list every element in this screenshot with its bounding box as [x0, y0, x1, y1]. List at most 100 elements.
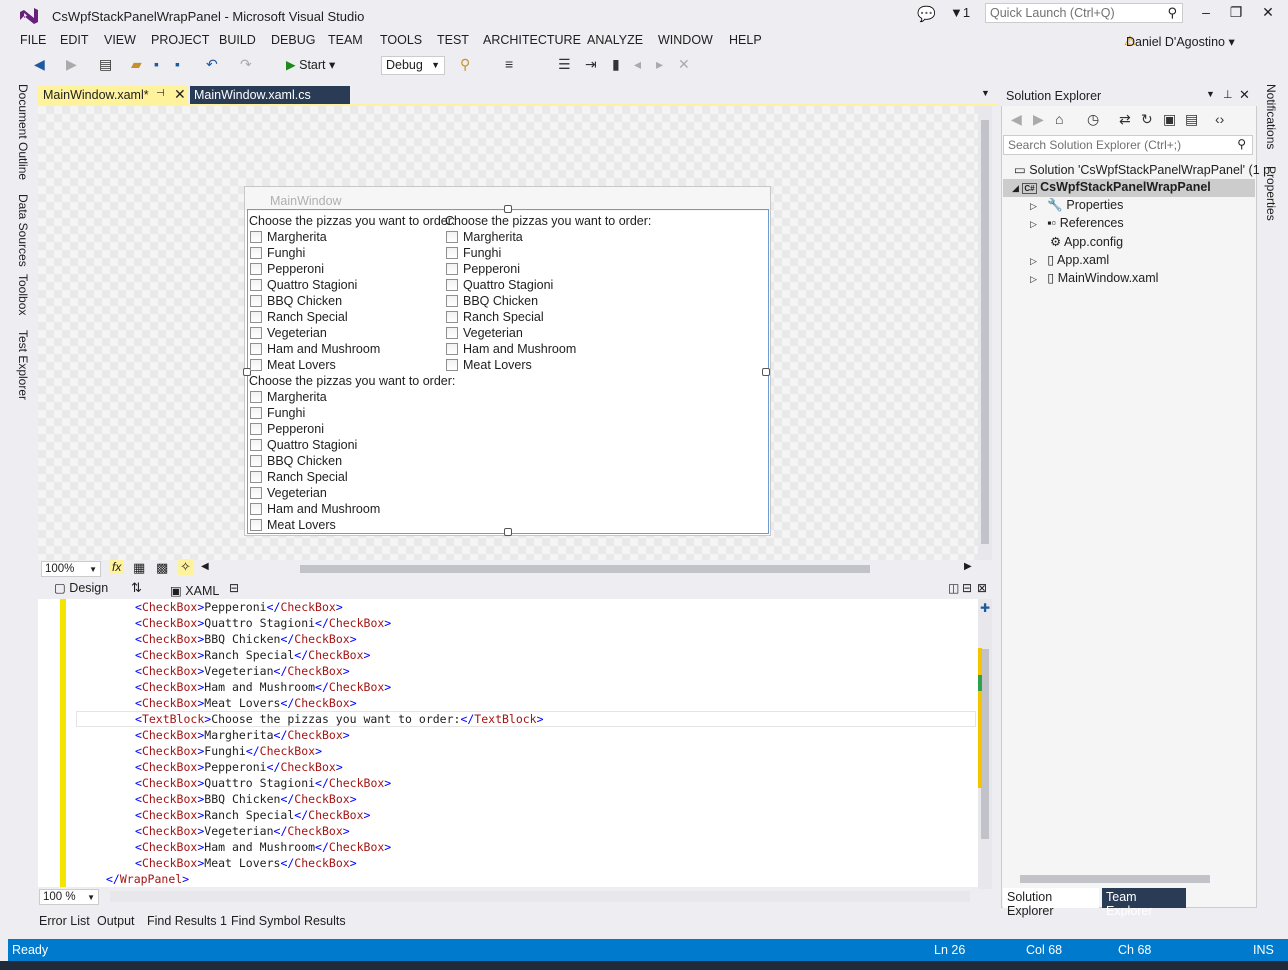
checkbox-box[interactable]: [446, 231, 458, 243]
open-file-icon[interactable]: ▰: [131, 56, 142, 73]
pizza-checkbox[interactable]: Quattro Stagioni: [249, 437, 455, 453]
checkbox-box[interactable]: [250, 231, 262, 243]
pizza-checkbox[interactable]: Vegeterian: [445, 325, 651, 341]
checkbox-box[interactable]: [250, 391, 262, 403]
save-icon[interactable]: ▪: [154, 56, 159, 72]
horizontal-split-icon[interactable]: ⊟: [962, 581, 972, 595]
close-icon[interactable]: ✕: [1239, 87, 1250, 103]
pin-icon[interactable]: ⊣: [156, 88, 165, 99]
pizza-checkbox[interactable]: Margherita: [249, 229, 455, 245]
show-all-files-icon[interactable]: ▤: [1185, 111, 1198, 128]
menu-test[interactable]: TEST: [437, 33, 469, 47]
tree-properties[interactable]: ▷ 🔧 Properties: [1030, 198, 1123, 213]
feedback-icon[interactable]: 💬: [917, 5, 936, 23]
code-horizontal-scrollbar[interactable]: [110, 891, 970, 902]
home-icon[interactable]: ⌂: [1055, 111, 1063, 127]
pizza-checkbox[interactable]: Ham and Mushroom: [445, 341, 651, 357]
solution-explorer-search[interactable]: Search Solution Explorer (Ctrl+;) ⚲: [1003, 135, 1253, 155]
checkbox-box[interactable]: [250, 359, 262, 371]
user-account[interactable]: Daniel D'Agostino ▾: [1126, 34, 1235, 49]
pizza-checkbox[interactable]: Margherita: [249, 389, 455, 405]
pending-changes-icon[interactable]: ◷: [1087, 111, 1099, 128]
checkbox-box[interactable]: [250, 343, 262, 355]
grid-icon[interactable]: ▦: [133, 560, 145, 576]
bookmark-clear-icon[interactable]: ✕: [678, 56, 690, 73]
tab-mainwindow-xaml[interactable]: MainWindow.xaml* ⊣ ✕: [38, 86, 188, 105]
pizza-checkbox[interactable]: Vegeterian: [249, 485, 455, 501]
pizza-checkbox[interactable]: Ranch Special: [249, 309, 455, 325]
resize-handle-right[interactable]: [762, 368, 770, 376]
scroll-thumb[interactable]: [981, 649, 989, 839]
new-project-icon[interactable]: ▤: [99, 56, 112, 73]
checkbox-box[interactable]: [446, 295, 458, 307]
tree-references[interactable]: ▷ ▪▫ References: [1030, 216, 1124, 230]
checkbox-box[interactable]: [250, 279, 262, 291]
tab-find-results-1[interactable]: Find Results 1: [147, 914, 227, 928]
menu-view[interactable]: VIEW: [104, 33, 136, 47]
menu-file[interactable]: FILE: [20, 33, 46, 47]
pizza-checkbox[interactable]: Ham and Mushroom: [249, 501, 455, 517]
tab-test-explorer[interactable]: Test Explorer: [16, 330, 30, 400]
close-icon[interactable]: ✕: [174, 86, 186, 103]
checkbox-box[interactable]: [250, 423, 262, 435]
solution-config-select[interactable]: Debug ▼: [381, 56, 445, 75]
notification-flag-icon[interactable]: ▼1: [950, 5, 970, 20]
checkbox-box[interactable]: [446, 247, 458, 259]
start-debug-button[interactable]: ▶ Start ▾: [286, 57, 335, 72]
tree-project[interactable]: ◢ C# CsWpfStackPanelWrapPanel: [1012, 180, 1211, 194]
scroll-left-icon[interactable]: ◀: [201, 561, 209, 572]
collapse-all-icon[interactable]: ▣: [1163, 111, 1176, 128]
pizza-checkbox[interactable]: BBQ Chicken: [249, 453, 455, 469]
back-icon[interactable]: ◀: [34, 56, 45, 73]
designer-horizontal-scroll-thumb[interactable]: [300, 565, 870, 573]
forward-icon[interactable]: ▶: [1033, 111, 1044, 128]
minimize-button[interactable]: –: [1192, 4, 1220, 24]
checkbox-box[interactable]: [250, 471, 262, 483]
pizza-checkbox[interactable]: Margherita: [445, 229, 651, 245]
checkbox-box[interactable]: [446, 359, 458, 371]
pizza-checkbox[interactable]: Pepperoni: [249, 261, 455, 277]
pizza-checkbox[interactable]: Ham and Mushroom: [249, 341, 455, 357]
tab-document-outline[interactable]: Document Outline: [16, 84, 30, 180]
view-code-icon[interactable]: ‹›: [1215, 111, 1224, 127]
redo-icon[interactable]: ↷: [240, 56, 252, 73]
tab-dropdown-icon[interactable]: ▼: [981, 88, 990, 98]
pizza-checkbox[interactable]: Ranch Special: [249, 469, 455, 485]
design-tab[interactable]: ▢ Design: [54, 580, 108, 595]
sync-icon[interactable]: ⇄: [1119, 111, 1131, 128]
tab-mainwindow-xaml-cs[interactable]: MainWindow.xaml.cs: [190, 86, 350, 105]
tree-app-config[interactable]: ⚙ App.config: [1050, 234, 1123, 249]
checkbox-box[interactable]: [446, 263, 458, 275]
menu-window[interactable]: WINDOW: [658, 33, 713, 47]
checkbox-box[interactable]: [250, 487, 262, 499]
xaml-tab[interactable]: ▣ XAML: [170, 583, 219, 598]
tab-team-explorer[interactable]: Team Explorer: [1102, 888, 1186, 918]
pizza-checkbox[interactable]: BBQ Chicken: [249, 293, 455, 309]
designer-zoom-select[interactable]: 100% ▼: [41, 561, 101, 577]
tree-app-xaml[interactable]: ▷ ▯ App.xaml: [1030, 252, 1109, 267]
pizza-checkbox[interactable]: BBQ Chicken: [445, 293, 651, 309]
checkbox-box[interactable]: [446, 343, 458, 355]
bookmark-icon[interactable]: ▮: [612, 56, 620, 73]
checkbox-box[interactable]: [446, 327, 458, 339]
menu-architecture[interactable]: ARCHITECTURE: [483, 33, 581, 47]
pizza-checkbox[interactable]: Meat Lovers: [445, 357, 651, 373]
panel-menu-icon[interactable]: ▼: [1206, 89, 1215, 99]
pizza-checkbox[interactable]: Pepperoni: [249, 421, 455, 437]
tab-notifications[interactable]: Notifications: [1264, 84, 1278, 149]
pizza-checkbox[interactable]: Quattro Stagioni: [249, 277, 455, 293]
menu-tools[interactable]: TOOLS: [380, 33, 422, 47]
back-icon[interactable]: ◀: [1011, 111, 1022, 128]
bookmark-prev-icon[interactable]: ◂: [634, 56, 641, 73]
tab-solution-explorer[interactable]: Solution Explorer: [1003, 888, 1099, 918]
menu-edit[interactable]: EDIT: [60, 33, 88, 47]
se-horizontal-scroll-thumb[interactable]: [1020, 875, 1210, 883]
checkbox-box[interactable]: [250, 503, 262, 515]
menu-project[interactable]: PROJECT: [151, 33, 209, 47]
checkbox-box[interactable]: [250, 439, 262, 451]
tab-data-sources[interactable]: Data Sources: [16, 194, 30, 267]
snap-grid-icon[interactable]: ▩: [156, 560, 168, 576]
checkbox-box[interactable]: [250, 295, 262, 307]
menu-team[interactable]: TEAM: [328, 33, 363, 47]
pizza-checkbox[interactable]: Funghi: [249, 405, 455, 421]
